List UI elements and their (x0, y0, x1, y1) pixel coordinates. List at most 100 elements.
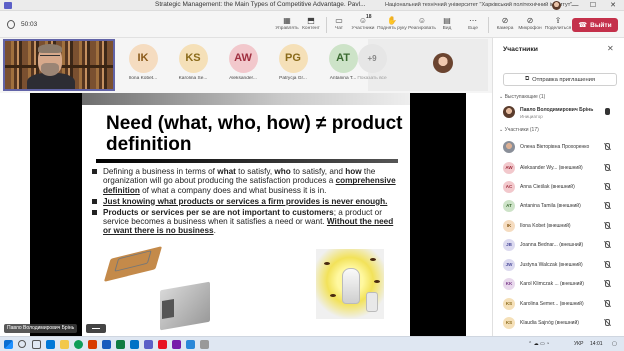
avatar: AT (503, 200, 515, 212)
notifications-icon[interactable]: ▢ (612, 341, 617, 347)
presenter-video[interactable] (3, 39, 115, 91)
mic-off-icon (603, 183, 611, 191)
more-participants-count: +9 (357, 44, 387, 73)
participant-tile[interactable]: AW Aleksander... (219, 39, 267, 91)
send-invite-button[interactable]: ⧉ Отправка приглашения (503, 73, 617, 86)
acrobat-icon[interactable] (158, 340, 167, 349)
keyboard-language[interactable]: УКР (574, 341, 583, 347)
avatar: JB (503, 239, 515, 251)
participant-tile[interactable]: IK Ilona Kobet... (119, 39, 167, 91)
chat-icon: ▭ (335, 16, 343, 25)
slide-bullet: Products or services per se are not impo… (90, 208, 398, 236)
outlook-icon[interactable] (130, 340, 139, 349)
share-icon: ⬒ (307, 16, 315, 25)
avatar: IK (503, 220, 515, 232)
more-button[interactable]: ⋯ Еще (458, 14, 488, 36)
clock[interactable]: 14:01 (590, 341, 603, 347)
participant-avatar: KS (178, 44, 208, 73)
slide-bullet: Defining a business in terms of what to … (90, 167, 398, 195)
task-view-icon[interactable] (32, 340, 41, 349)
chrome-icon[interactable] (74, 340, 83, 349)
attendees-section-header[interactable]: ⌄ Участники (17) (499, 127, 539, 133)
word-icon[interactable] (102, 340, 111, 349)
avatar: JW (503, 259, 515, 271)
maximize-button[interactable]: ☐ (586, 0, 600, 11)
video-gallery-strip: IK Ilona Kobet... KS Karolina Se... AW A… (0, 38, 492, 93)
mic-off-icon (603, 222, 611, 230)
slide-header-bar (82, 93, 410, 105)
file-explorer-icon[interactable] (60, 340, 69, 349)
show-all-tile[interactable]: +9 Показать все (348, 39, 396, 91)
participant-row[interactable]: AT Antanina Tamila (внешний) (503, 198, 619, 215)
phone-icon: ☎ (578, 22, 588, 29)
participant-row[interactable]: JW Justyna Walczak (внешний) (503, 257, 619, 274)
powerpoint-icon[interactable] (88, 340, 97, 349)
participant-row[interactable]: KS Karolina Semer... (внешний) (503, 296, 619, 313)
show-all-label: Показать все (357, 76, 387, 81)
content-button[interactable]: ⬒ Контент (296, 14, 326, 36)
teams-app-icon (4, 1, 12, 9)
mic-off-icon (603, 319, 611, 327)
participant-name: Joanna Bednar... (внешний) (520, 242, 584, 248)
presenters-section-header[interactable]: ⌄ Выступающие (1) (499, 94, 545, 100)
tray-icons[interactable]: ⌃ ☁ ▭ ◔ (528, 341, 549, 347)
participant-photo (433, 53, 453, 73)
mic-icon (603, 108, 611, 116)
slide-title-rule (96, 159, 398, 163)
mic-off-icon (603, 280, 611, 288)
avatar: AC (503, 181, 515, 193)
avatar: KS (503, 298, 515, 310)
share-screen-button[interactable]: ⇪ Поделиться (543, 14, 573, 36)
mic-off-icon (603, 241, 611, 249)
bug-icon (330, 294, 336, 297)
share-tray-toggle[interactable] (86, 324, 106, 333)
participant-row[interactable]: Олена Вікторівна Прохоренко (503, 139, 619, 156)
mic-off-icon (603, 261, 611, 269)
search-icon[interactable] (18, 340, 26, 348)
participant-row[interactable]: AC Anna Cieślak (внешний) (503, 179, 619, 196)
participant-name: Павло Володимирович Брінь (520, 107, 594, 113)
invite-icon: ⧉ (524, 76, 530, 82)
more-icon: ⋯ (469, 16, 477, 25)
participant-photo-tile[interactable]: +9 Показать все (357, 39, 488, 91)
meeting-info-icon[interactable] (7, 20, 15, 29)
teams-icon[interactable] (144, 340, 153, 349)
microphone-button[interactable]: ⊘ Микрофон (515, 14, 545, 36)
participant-tile[interactable]: KS Karolina Se... (169, 39, 217, 91)
onenote-icon[interactable] (172, 340, 181, 349)
leave-meeting-button[interactable]: ☎ Выйти (572, 18, 618, 32)
participant-avatar: PG (278, 44, 308, 73)
participant-count-badge: 18 (366, 14, 372, 20)
participant-avatar: IK (128, 44, 158, 73)
participant-row[interactable]: KS Klaudia Sajnóg (внешний) (503, 315, 619, 332)
presenter-row[interactable]: Павло Володимирович Брінь Инициатор (503, 104, 619, 121)
repeller-device-small (366, 292, 378, 312)
raise-hand-button[interactable]: ✋ Поднять руку (377, 14, 407, 36)
participant-name: Anna Cieślak (внешний) (520, 184, 575, 190)
windows-start-icon[interactable] (4, 340, 13, 349)
excel-icon[interactable] (116, 340, 125, 349)
panel-title: Участники (503, 46, 538, 53)
edge-icon[interactable] (46, 340, 55, 349)
participants-button[interactable]: ☺ 18 Участники (348, 14, 378, 36)
avatar: AW (503, 162, 515, 174)
participant-row[interactable]: JB Joanna Bednar... (внешний) (503, 237, 619, 254)
bug-icon (324, 262, 330, 265)
participants-panel: Участники ✕ ⧉ Отправка приглашения ⌄ Выс… (492, 38, 624, 336)
participant-name: Antanina Tamila (внешний) (520, 203, 581, 209)
app-icon[interactable] (200, 340, 209, 349)
meeting-title: Strategic Management: the Main Types of … (155, 1, 366, 8)
repeller-device (342, 268, 360, 304)
mic-off-icon: ⊘ (526, 16, 534, 25)
participant-tile[interactable]: PG Patrycja Gr... (269, 39, 317, 91)
close-window-button[interactable]: ✕ (606, 0, 620, 11)
participant-name: Karol Klimczak ... (внешний) (520, 281, 584, 287)
close-panel-icon[interactable]: ✕ (607, 44, 614, 53)
account-avatar[interactable] (552, 1, 561, 10)
participant-row[interactable]: IK Ilona Kobet (внешний) (503, 218, 619, 235)
minimize-button[interactable]: — (568, 0, 582, 11)
app-icon[interactable] (186, 340, 195, 349)
participant-row[interactable]: AW Aleksander Wy... (внешний) (503, 160, 619, 177)
bug-icon (370, 258, 376, 261)
participant-row[interactable]: KK Karol Klimczak ... (внешний) (503, 276, 619, 293)
